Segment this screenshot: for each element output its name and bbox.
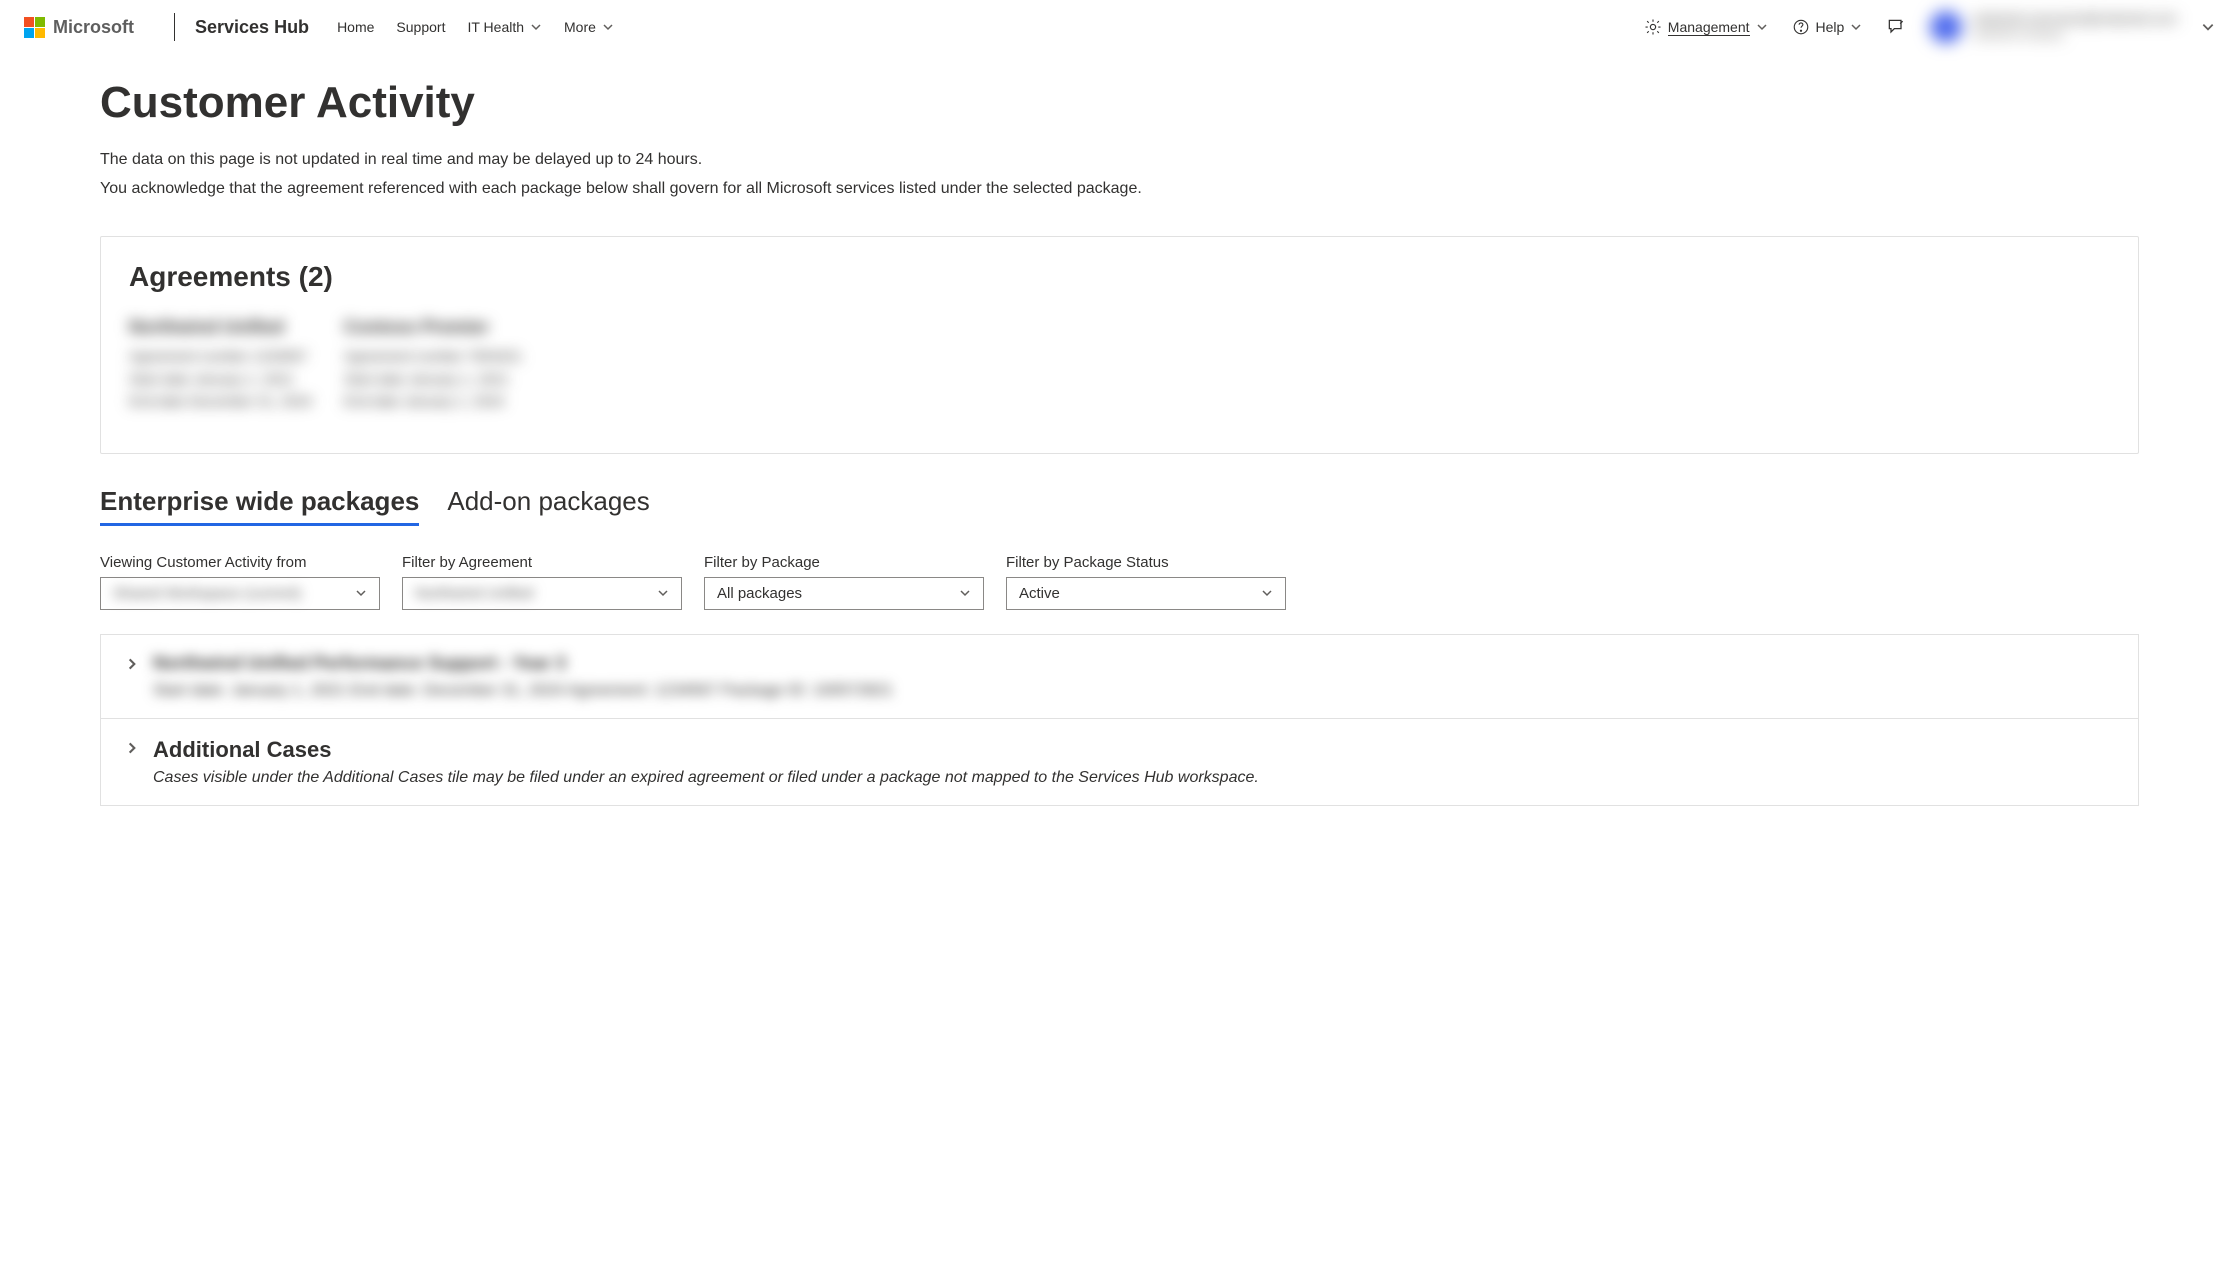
header-divider: [174, 13, 175, 41]
microsoft-logo[interactable]: Microsoft: [24, 17, 134, 38]
chevron-down-icon: [1261, 587, 1273, 599]
nav-management[interactable]: Management: [1644, 18, 1768, 36]
nav-support[interactable]: Support: [396, 19, 445, 35]
sub-brand-text[interactable]: Services Hub: [195, 17, 309, 38]
brand-text: Microsoft: [53, 17, 134, 38]
filter-package-status: Filter by Package Status Active: [1006, 554, 1286, 610]
page-title: Customer Activity: [100, 78, 2139, 128]
filter-agreement: Filter by Agreement Northwind Unified: [402, 554, 682, 610]
chevron-down-icon: [657, 587, 669, 599]
viewing-from-dropdown[interactable]: Shared Workspace (current): [100, 577, 380, 610]
agreement-dropdown[interactable]: Northwind Unified: [402, 577, 682, 610]
page-description: The data on this page is not updated in …: [100, 146, 2139, 204]
user-info: redacted-username@redacted.com redacted-…: [1972, 11, 2177, 42]
nav-more[interactable]: More: [564, 19, 614, 35]
package-dropdown[interactable]: All packages: [704, 577, 984, 610]
tab-enterprise-packages[interactable]: Enterprise wide packages: [100, 486, 419, 526]
tab-addon-packages[interactable]: Add-on packages: [447, 486, 649, 526]
packages-list: Northwind Unified Performance Support - …: [100, 634, 2139, 806]
user-menu[interactable]: redacted-username@redacted.com redacted-…: [1930, 11, 2177, 43]
chevron-down-icon: [530, 21, 542, 33]
additional-cases-desc: Cases visible under the Additional Cases…: [153, 769, 2114, 787]
microsoft-logo-icon: [24, 17, 45, 38]
agreements-list: Northwind Unified Agreement number 12345…: [129, 313, 2110, 413]
avatar: [1930, 11, 1962, 43]
main-content: Customer Activity The data on this page …: [0, 54, 2239, 846]
agreements-card: Agreements (2) Northwind Unified Agreeme…: [100, 236, 2139, 454]
header-right: Management Help: [1644, 11, 2215, 43]
feedback-button[interactable]: [1886, 17, 1906, 37]
user-chevron-down-icon[interactable]: [2201, 20, 2215, 34]
chevron-down-icon: [1756, 21, 1768, 33]
chevron-down-icon: [959, 587, 971, 599]
help-icon: [1792, 18, 1810, 36]
chevron-down-icon: [602, 21, 614, 33]
feedback-icon: [1886, 17, 1906, 37]
gear-icon: [1644, 18, 1662, 36]
package-status-dropdown[interactable]: Active: [1006, 577, 1286, 610]
agreement-item[interactable]: Northwind Unified Agreement number 12345…: [129, 313, 312, 413]
agreement-item[interactable]: Contoso Premier Agreement number 7654321…: [344, 313, 522, 413]
agreements-title: Agreements (2): [129, 261, 2110, 293]
primary-nav: Home Support IT Health More: [337, 19, 614, 35]
package-title: Northwind Unified Performance Support - …: [153, 653, 2114, 674]
additional-cases-row[interactable]: Additional Cases Cases visible under the…: [101, 719, 2138, 805]
package-row[interactable]: Northwind Unified Performance Support - …: [101, 635, 2138, 719]
package-meta: Start date: January 1, 2021 End date: De…: [153, 682, 2114, 700]
filters-row: Viewing Customer Activity from Shared Wo…: [100, 554, 2139, 610]
chevron-down-icon: [355, 587, 367, 599]
header-bar: Microsoft Services Hub Home Support IT H…: [0, 0, 2239, 54]
additional-cases-title: Additional Cases: [153, 737, 2114, 763]
chevron-right-icon[interactable]: [125, 657, 139, 671]
chevron-right-icon[interactable]: [125, 741, 139, 755]
filter-package: Filter by Package All packages: [704, 554, 984, 610]
nav-home[interactable]: Home: [337, 19, 374, 35]
chevron-down-icon: [1850, 21, 1862, 33]
filter-viewing-from: Viewing Customer Activity from Shared Wo…: [100, 554, 380, 610]
nav-help[interactable]: Help: [1792, 18, 1863, 36]
package-tabs: Enterprise wide packages Add-on packages: [100, 486, 2139, 526]
nav-it-health[interactable]: IT Health: [467, 19, 542, 35]
